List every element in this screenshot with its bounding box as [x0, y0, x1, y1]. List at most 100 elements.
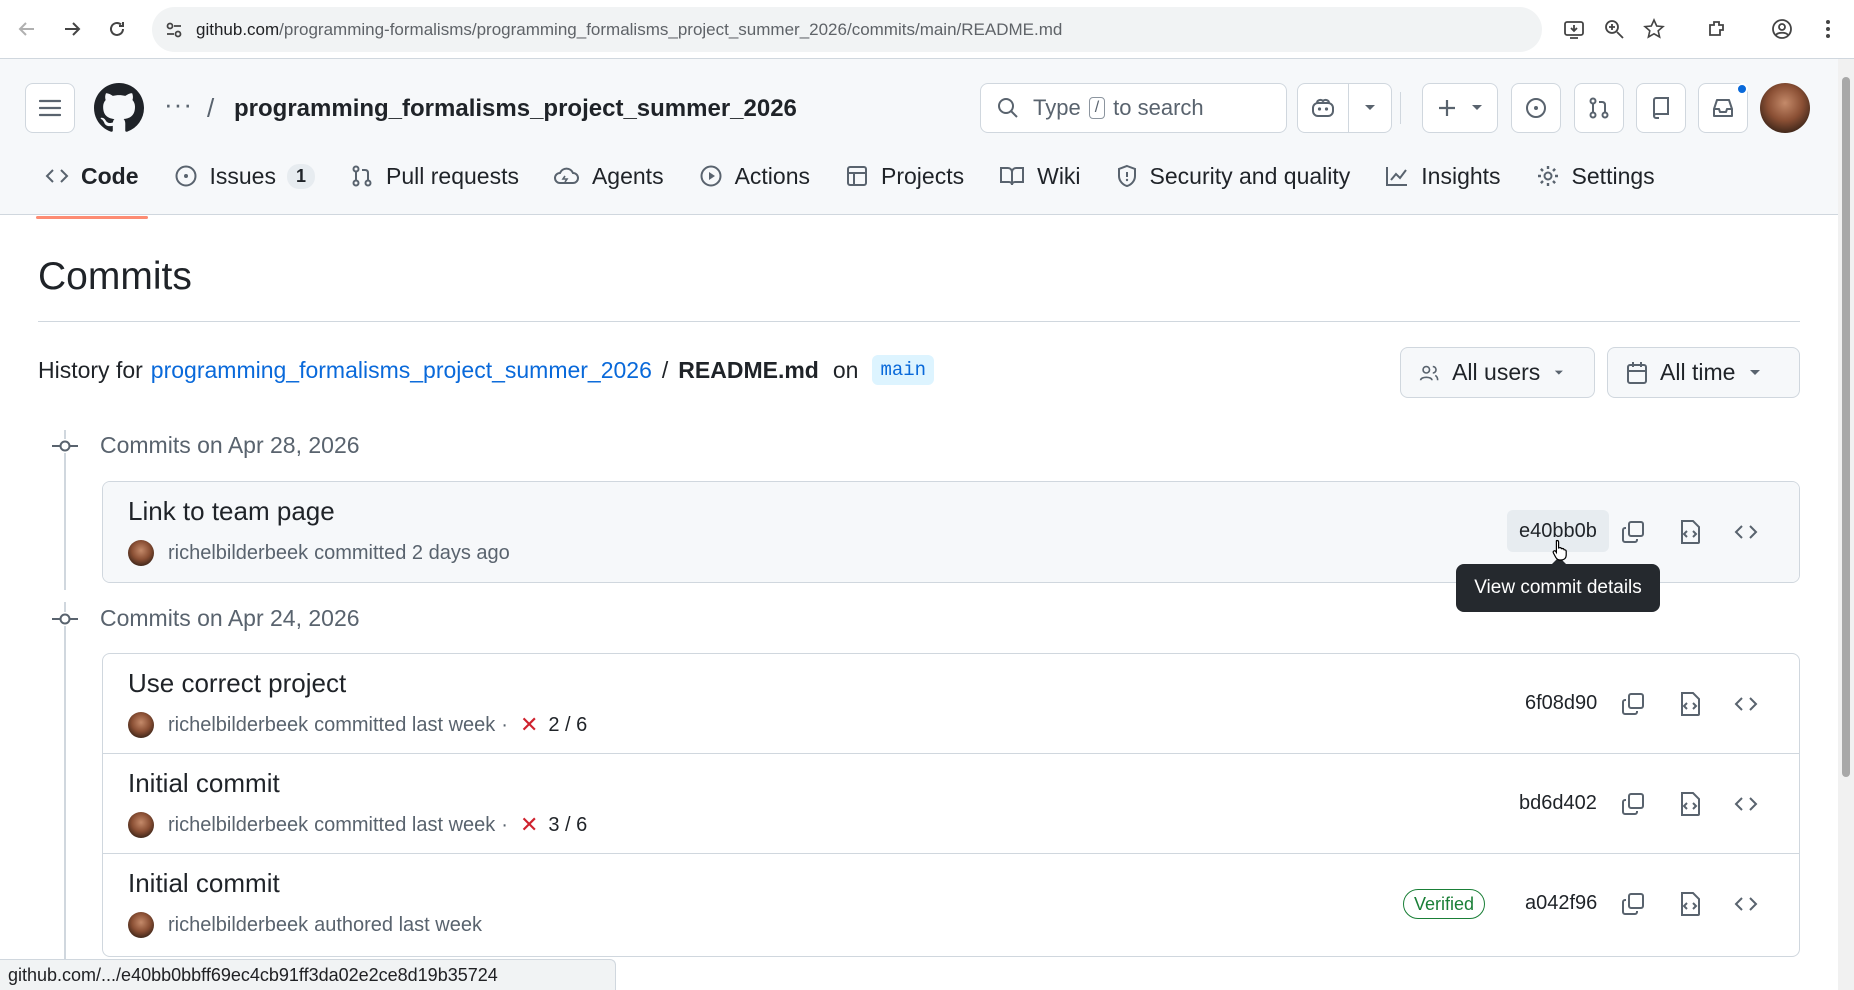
- notifications-button[interactable]: [1698, 83, 1748, 133]
- view-file-at-commit-button[interactable]: [1674, 688, 1706, 720]
- breadcrumb-more-button[interactable]: ···: [164, 89, 193, 120]
- issues-shortcut-button[interactable]: [1511, 83, 1561, 133]
- repositories-button[interactable]: [1636, 83, 1686, 133]
- search-input[interactable]: Type / to search: [980, 83, 1287, 133]
- tab-label: Projects: [881, 162, 965, 189]
- commit-sha-link[interactable]: bd6d402: [1507, 782, 1609, 824]
- copy-sha-button[interactable]: [1617, 688, 1649, 720]
- commit-title-link[interactable]: Initial commit: [128, 768, 280, 799]
- tab-pull-requests[interactable]: Pull requests: [341, 146, 528, 206]
- checks-status[interactable]: 3 / 6: [548, 814, 587, 837]
- commit-sha-link[interactable]: 6f08d90: [1513, 682, 1609, 724]
- avatar[interactable]: [1760, 83, 1810, 133]
- create-new-button[interactable]: [1422, 83, 1498, 133]
- install-app-icon[interactable]: [1560, 15, 1588, 43]
- view-file-at-commit-button[interactable]: [1674, 888, 1706, 920]
- commit-sha-link[interactable]: a042f96: [1513, 882, 1609, 924]
- commit-row: Use correct project richelbilderbeek com…: [103, 654, 1799, 754]
- browse-repo-at-commit-button[interactable]: [1730, 888, 1762, 920]
- chevron-down-icon[interactable]: [1364, 104, 1376, 112]
- site-settings-icon[interactable]: [164, 20, 184, 40]
- graph-icon: [1386, 167, 1408, 186]
- browse-repo-at-commit-button[interactable]: [1730, 688, 1762, 720]
- code-icon: [1734, 797, 1758, 811]
- branch-tag[interactable]: main: [872, 355, 935, 385]
- copy-sha-button[interactable]: [1617, 516, 1649, 548]
- history-prefix: History for: [38, 356, 143, 383]
- search-placeholder-suffix: to search: [1113, 95, 1204, 120]
- commit-author-link[interactable]: richelbilderbeek: [168, 714, 308, 737]
- commit-row: Initial commit richelbilderbeek authored…: [103, 854, 1799, 954]
- commit-group-header: Commits on Apr 24, 2026: [52, 605, 360, 632]
- view-file-at-commit-button[interactable]: [1674, 516, 1706, 548]
- commit-author-link[interactable]: richelbilderbeek: [168, 814, 308, 837]
- browser-menu-icon[interactable]: [1814, 15, 1842, 43]
- extensions-icon[interactable]: [1703, 15, 1731, 43]
- file-code-icon: [1681, 892, 1700, 916]
- all-time-label: All time: [1660, 359, 1736, 385]
- back-button[interactable]: [12, 14, 42, 44]
- chevron-down-icon: [1555, 370, 1564, 375]
- commit-title-link[interactable]: Link to team page: [128, 496, 335, 527]
- repo-tabs: Code Issues 1 Pull requests Agents Actio…: [36, 146, 1681, 219]
- global-menu-button[interactable]: [25, 83, 75, 133]
- pull-requests-shortcut-button[interactable]: [1574, 83, 1624, 133]
- commit-meta: richelbilderbeek committed 2 days ago: [128, 540, 510, 566]
- avatar[interactable]: [128, 912, 154, 938]
- tab-insights[interactable]: Insights: [1376, 146, 1509, 206]
- zoom-icon[interactable]: [1600, 15, 1628, 43]
- tab-wiki[interactable]: Wiki: [990, 146, 1089, 206]
- x-icon[interactable]: ✕: [520, 712, 538, 738]
- bookmark-star-icon[interactable]: [1640, 15, 1668, 43]
- arrow-right-icon: [65, 22, 81, 36]
- timeline-line: [64, 602, 66, 959]
- browse-repo-at-commit-button[interactable]: [1730, 788, 1762, 820]
- tab-settings[interactable]: Settings: [1527, 146, 1664, 206]
- tab-label: Insights: [1421, 162, 1501, 189]
- inbox-icon: [1713, 99, 1733, 117]
- view-file-at-commit-button[interactable]: [1674, 788, 1706, 820]
- url-path: /programming-formalisms/programming_form…: [279, 19, 1063, 39]
- address-bar[interactable]: github.com/programming-formalisms/progra…: [152, 7, 1542, 52]
- github-logo-icon[interactable]: [94, 83, 144, 133]
- copilot-button[interactable]: [1297, 83, 1392, 133]
- history-repo-link[interactable]: programming_formalisms_project_summer_20…: [151, 357, 652, 384]
- history-file-name: README.md: [678, 356, 819, 383]
- tab-agents[interactable]: Agents: [545, 146, 673, 206]
- tab-issues[interactable]: Issues 1: [165, 146, 325, 206]
- copilot-icon: [1312, 98, 1334, 117]
- code-icon: [1734, 697, 1758, 711]
- forward-button[interactable]: [57, 14, 87, 44]
- all-users-filter-button[interactable]: All users: [1400, 347, 1595, 398]
- tab-security[interactable]: Security and quality: [1107, 146, 1360, 206]
- avatar[interactable]: [128, 712, 154, 738]
- browser-toolbar: github.com/programming-formalisms/progra…: [0, 0, 1854, 59]
- commit-author-link[interactable]: richelbilderbeek: [168, 542, 308, 565]
- x-icon[interactable]: ✕: [520, 812, 538, 838]
- page-scrollbar[interactable]: [1838, 59, 1854, 990]
- shield-icon: [1117, 164, 1136, 188]
- all-time-filter-button[interactable]: All time: [1607, 347, 1800, 398]
- verified-badge[interactable]: Verified: [1403, 889, 1486, 919]
- tab-actions[interactable]: Actions: [690, 146, 819, 206]
- tab-label: Actions: [734, 162, 811, 189]
- repo-header: ··· / programming_formalisms_project_sum…: [0, 59, 1838, 219]
- copy-sha-button[interactable]: [1617, 788, 1649, 820]
- commit-author-link[interactable]: richelbilderbeek: [168, 914, 308, 937]
- tab-code[interactable]: Code: [36, 146, 148, 219]
- url-text: github.com/programming-formalisms/progra…: [196, 20, 1062, 40]
- browse-repo-at-commit-button[interactable]: [1730, 516, 1762, 548]
- reload-button[interactable]: [102, 14, 132, 44]
- repo-name-link[interactable]: programming_formalisms_project_summer_20…: [234, 95, 797, 123]
- commit-title-link[interactable]: Initial commit: [128, 868, 280, 899]
- commit-meta: richelbilderbeek committed last week · ✕…: [128, 812, 587, 838]
- checks-status[interactable]: 2 / 6: [548, 714, 587, 737]
- copy-sha-button[interactable]: [1617, 888, 1649, 920]
- avatar[interactable]: [128, 540, 154, 566]
- meta-separator: ·: [501, 813, 508, 836]
- commit-title-link[interactable]: Use correct project: [128, 668, 346, 699]
- avatar[interactable]: [128, 812, 154, 838]
- scrollbar-thumb[interactable]: [1842, 77, 1850, 777]
- tab-projects[interactable]: Projects: [836, 146, 973, 206]
- profile-icon[interactable]: [1768, 15, 1796, 43]
